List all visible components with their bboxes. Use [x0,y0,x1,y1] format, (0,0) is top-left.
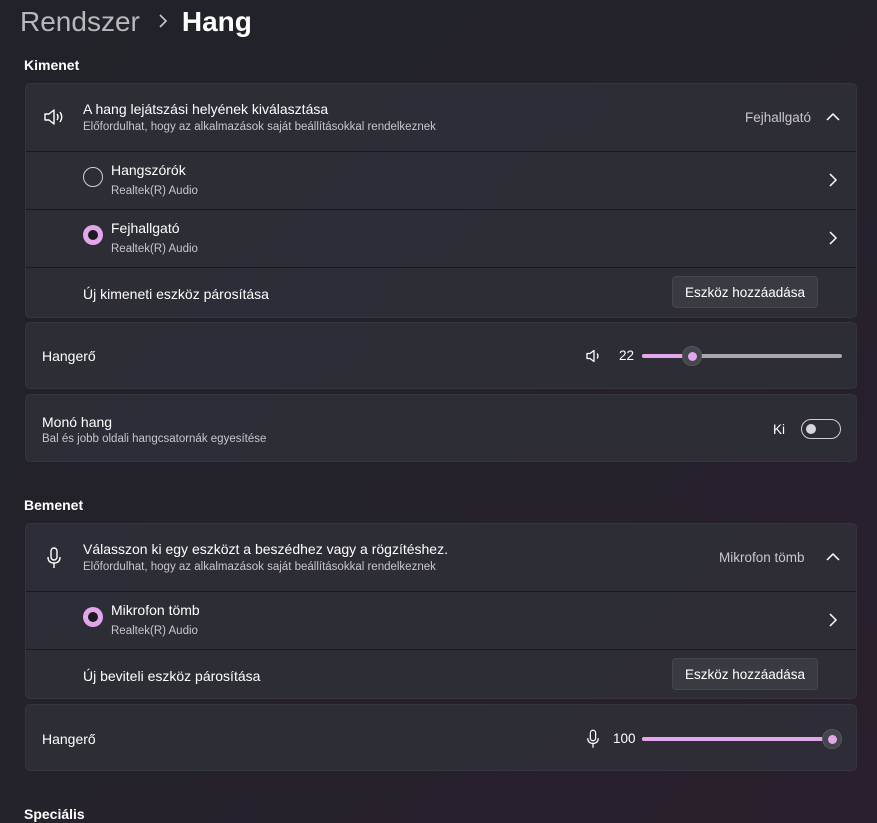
input-device-card: Válasszon ki egy eszközt a beszédhez vag… [25,523,857,699]
input-pair-row: Új beviteli eszköz párosítása Eszköz hoz… [26,650,856,700]
output-device-radio[interactable] [83,167,103,187]
chevron-right-icon[interactable] [826,612,840,628]
output-selector-subtitle: Előfordulhat, hogy az alkalmazások saját… [83,121,436,133]
output-selector-title: A hang lejátszási helyének kiválasztása [83,101,329,117]
mono-audio-toggle[interactable] [801,419,841,439]
slider-thumb[interactable] [822,729,842,749]
input-volume-value: 100 [613,731,636,746]
output-volume-label: Hangerő [42,348,96,364]
output-device-item[interactable]: Fejhallgató Realtek(R) Audio [26,210,856,267]
section-title-input: Bemenet [24,497,84,513]
breadcrumb-parent[interactable]: Rendszer [20,6,140,38]
output-device-driver: Realtek(R) Audio [111,185,198,197]
chevron-up-icon[interactable] [825,109,841,125]
input-device-driver: Realtek(R) Audio [111,625,198,637]
input-volume-card: Hangerő 100 [25,704,857,771]
output-pair-row: Új kimeneti eszköz párosítása Eszköz hoz… [26,268,856,319]
input-volume-slider[interactable] [642,729,842,749]
chevron-right-icon [158,12,168,33]
output-volume-value: 22 [619,348,635,363]
speaker-icon [42,106,66,128]
section-title-advanced: Speciális [24,806,85,822]
output-device-card: A hang lejátszási helyének kiválasztása … [25,83,857,318]
breadcrumb: Rendszer Hang [20,4,252,40]
speaker-icon[interactable] [585,347,603,365]
add-input-device-button[interactable]: Eszköz hozzáadása [672,658,819,690]
input-device-radio-selected[interactable] [83,607,103,627]
output-selector-header[interactable]: A hang lejátszási helyének kiválasztása … [26,84,856,151]
output-volume-card: Hangerő 22 [25,322,857,389]
output-device-radio-selected[interactable] [83,225,103,245]
input-device-item[interactable]: Mikrofon tömb Realtek(R) Audio [26,592,856,649]
output-pair-label: Új kimeneti eszköz párosítása [83,286,269,302]
input-selected-value: Mikrofon tömb [719,550,805,565]
mono-audio-subtitle: Bal és jobb oldali hangcsatornák egyesít… [42,433,267,445]
chevron-right-icon[interactable] [826,230,840,246]
output-volume-slider[interactable] [642,346,842,366]
microphone-icon[interactable] [584,727,602,751]
input-selector-header[interactable]: Válasszon ki egy eszközt a beszédhez vag… [26,524,856,591]
input-selector-subtitle: Előfordulhat, hogy az alkalmazások saját… [83,561,436,573]
toggle-knob [806,423,816,434]
output-device-name: Fejhallgató [111,220,180,236]
output-selected-value: Fejhallgató [745,110,812,125]
input-selector-title: Válasszon ki egy eszközt a beszédhez vag… [83,541,448,557]
input-pair-label: Új beviteli eszköz párosítása [83,668,261,684]
add-output-device-button[interactable]: Eszköz hozzáadása [672,276,819,308]
mono-audio-state-label: Ki [773,422,786,437]
mono-audio-title: Monó hang [42,414,113,430]
mono-audio-card: Monó hang Bal és jobb oldali hangcsatorn… [25,394,857,462]
microphone-icon [44,546,64,570]
output-device-item[interactable]: Hangszórók Realtek(R) Audio [26,152,856,209]
slider-fill [642,737,832,741]
page-title: Hang [181,6,252,37]
output-device-name: Hangszórók [111,162,186,178]
chevron-right-icon[interactable] [826,172,840,188]
chevron-up-icon[interactable] [825,549,841,565]
slider-thumb[interactable] [681,346,702,366]
input-volume-label: Hangerő [42,731,96,747]
section-title-output: Kimenet [24,57,80,73]
input-device-name: Mikrofon tömb [111,602,200,618]
output-device-driver: Realtek(R) Audio [111,243,198,255]
